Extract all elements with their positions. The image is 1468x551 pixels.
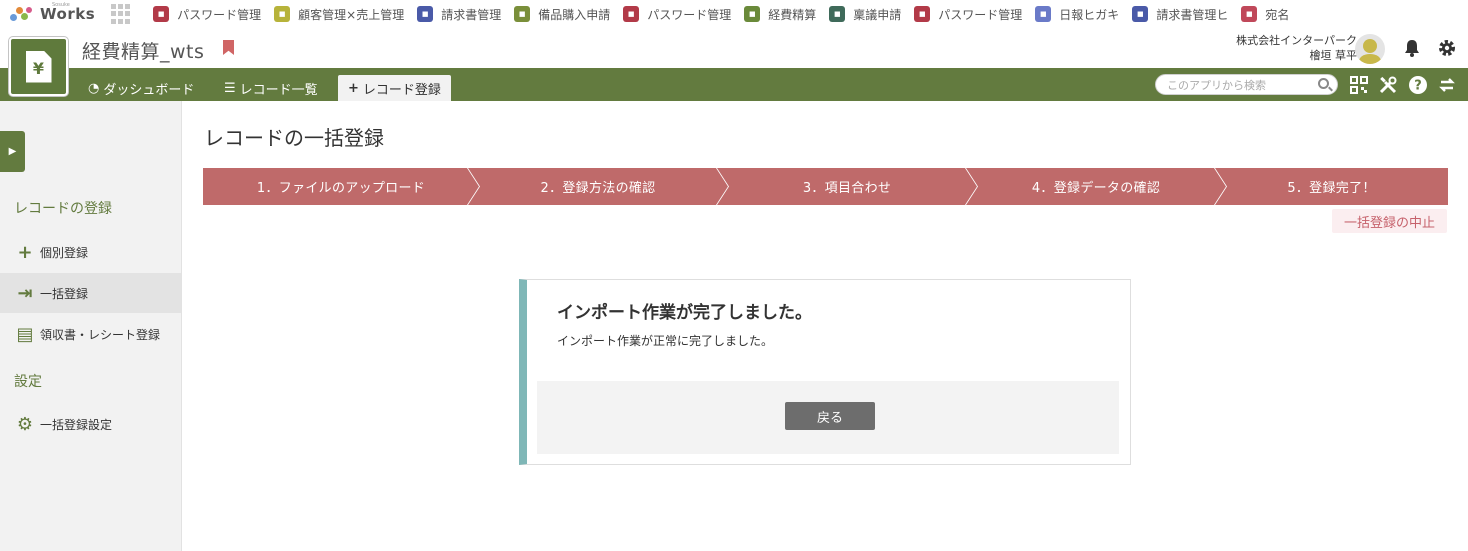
sidebar-item-label: 個別登録 <box>40 245 89 260</box>
completion-panel: インポート作業が完了しました。 インポート作業が正常に完了しました。 戻る <box>519 279 1131 465</box>
invoice-icon: ■ <box>1132 6 1149 22</box>
bookmark-item[interactable]: ■ 請求書管理ヒ <box>1132 6 1228 23</box>
lock-icon: ■ <box>153 6 170 22</box>
invoice-icon: ■ <box>417 6 434 22</box>
bookmark-label: パスワード管理 <box>177 7 262 22</box>
completion-title: インポート作業が完了しました。 <box>557 303 812 323</box>
list-icon: ☰ <box>224 80 236 96</box>
bookmark-item[interactable]: ■ 請求書管理 <box>417 6 501 23</box>
receipt-icon: ▤ <box>16 323 34 345</box>
qr-code-icon[interactable] <box>1349 75 1369 95</box>
cancel-bulk-button[interactable]: 一括登録の中止 <box>1332 209 1447 233</box>
expense-icon: ■ <box>744 6 761 22</box>
app-grid-icon[interactable] <box>111 4 131 24</box>
plus-icon: + <box>17 241 33 263</box>
tools-icon[interactable] <box>1378 75 1398 95</box>
yen-document-icon: ¥ <box>25 50 52 83</box>
step-5: 5．登録完了！ <box>1215 168 1448 205</box>
bookmark-item[interactable]: ■ 日報ヒガキ <box>1035 6 1119 23</box>
bookmark-label: 経費精算 <box>768 7 817 22</box>
company-name: 株式会社インターパーク <box>1236 34 1357 47</box>
bookmark-label: 請求書管理 <box>441 7 502 22</box>
app-header: ¥ 経費精算_wts 株式会社インターパーク 檜垣 草平 <box>0 28 1468 96</box>
works-logo[interactable]: Sosuke Works <box>8 2 95 23</box>
step-3: 3．項目合わせ <box>717 168 977 205</box>
search-icon[interactable] <box>1318 78 1329 89</box>
compass-icon: ■ <box>1241 6 1258 22</box>
tab-dashboard-label: ダッシュボード <box>103 82 195 98</box>
gear-icon: ⚙ <box>16 413 34 435</box>
tab-record-list[interactable]: ☰ レコード一覧 <box>214 75 328 101</box>
search-placeholder: このアプリから検索 <box>1167 78 1266 92</box>
dashboard-icon: ◔ <box>88 80 100 96</box>
sidebar-item-bulk[interactable]: ⇥ 一括登録 <box>0 273 181 313</box>
bookmark-item[interactable]: ■ 顧客管理×売上管理 <box>274 6 404 23</box>
sidebar-item-receipt[interactable]: ▤ 領収書・レシート登録 <box>0 314 181 354</box>
avatar[interactable] <box>1355 34 1385 64</box>
list-icon: ■ <box>514 6 531 22</box>
bell-icon[interactable] <box>1402 38 1422 58</box>
help-icon[interactable]: ? <box>1408 75 1428 95</box>
tab-record-list-label: レコード一覧 <box>239 82 318 98</box>
lock-icon: ■ <box>914 6 931 22</box>
bookmark-label: パスワード管理 <box>938 7 1023 22</box>
import-icon: ⇥ <box>17 282 33 304</box>
sidebar-section-record-register: レコードの登録 <box>14 201 112 217</box>
app-title[interactable]: 経費精算_wts <box>82 37 204 64</box>
progress-steps: 1．ファイルのアップロード 2．登録方法の確認 3．項目合わせ 4．登録データの… <box>203 168 1448 205</box>
sidebar-item-individual[interactable]: + 個別登録 <box>0 232 181 272</box>
bookmark-label: パスワード管理 <box>647 7 732 22</box>
bookmark-label: 稟議申請 <box>853 7 902 22</box>
step-1: 1．ファイルのアップロード <box>203 168 479 205</box>
bookmark-label: 日報ヒガキ <box>1059 7 1120 22</box>
bookmark-bar: Sosuke Works ■ パスワード管理 ■ 顧客管理×売上管理 ■ 請求書管理 ■ 備品… <box>0 0 1468 28</box>
bookmark-item[interactable]: ■ 稟議申請 <box>829 6 901 23</box>
sync-icon[interactable] <box>1437 75 1457 95</box>
bookmark-label: 宛名 <box>1265 7 1290 22</box>
user-name: 檜垣 草平 <box>1309 49 1358 62</box>
bookmark-item[interactable]: ■ パスワード管理 <box>623 6 731 23</box>
sidebar-item-label: 一括登録 <box>40 286 89 301</box>
tab-record-register-label: レコード登録 <box>362 82 441 98</box>
lock-icon: ■ <box>623 6 640 22</box>
bookmark-label: 請求書管理ヒ <box>1156 7 1229 22</box>
tab-record-register[interactable]: + レコード登録 <box>338 75 451 101</box>
chevron-right-icon: ▶ <box>8 146 17 157</box>
sidebar-section-settings: 設定 <box>14 374 42 390</box>
sidebar-item-label: 領収書・レシート登録 <box>40 327 161 342</box>
page-title: レコードの一括登録 <box>204 126 384 150</box>
user-info[interactable]: 株式会社インターパーク 檜垣 草平 <box>1236 33 1357 63</box>
svg-text:?: ? <box>1414 79 1422 94</box>
cart-icon: ■ <box>274 6 291 22</box>
step-4: 4．登録データの確認 <box>966 168 1226 205</box>
completion-message: インポート作業が正常に完了しました。 <box>557 334 774 348</box>
app-search-input[interactable]: このアプリから検索 <box>1155 74 1338 95</box>
panel-footer: 戻る <box>537 381 1119 454</box>
tab-dashboard[interactable]: ◔ ダッシュボード <box>78 75 204 101</box>
step-2: 2．登録方法の確認 <box>468 168 728 205</box>
bookmark-item[interactable]: ■ パスワード管理 <box>914 6 1022 23</box>
notes-icon: ■ <box>1035 6 1052 22</box>
bookmark-item[interactable]: ■ 経費精算 <box>744 6 816 23</box>
app-icon[interactable]: ¥ <box>9 37 68 96</box>
app-nav: ◔ ダッシュボード ☰ レコード一覧 + レコード登録 このアプリから検索 ? <box>0 68 1468 101</box>
bookmark-item[interactable]: ■ 備品購入申請 <box>514 6 610 23</box>
bookmark-item[interactable]: ■ パスワード管理 <box>153 6 261 23</box>
sidebar-item-bulk-settings[interactable]: ⚙ 一括登録設定 <box>0 404 181 444</box>
sidebar-item-label: 一括登録設定 <box>40 417 113 432</box>
sidebar: ▶ レコードの登録 + 個別登録 ⇥ 一括登録 ▤ 領収書・レシート登録 設定 … <box>0 101 182 551</box>
works-logo-icon <box>8 5 34 23</box>
bookmark-icon[interactable] <box>223 40 234 55</box>
bookmark-label: 備品購入申請 <box>538 7 611 22</box>
plus-icon: + <box>348 80 359 96</box>
document-icon: ■ <box>829 6 846 22</box>
back-button[interactable]: 戻る <box>785 402 875 430</box>
bookmark-label: 顧客管理×売上管理 <box>298 7 405 22</box>
bookmark-item[interactable]: ■ 宛名 <box>1241 6 1289 23</box>
logo-subtext: Sosuke <box>52 2 70 8</box>
sidebar-toggle-button[interactable]: ▶ <box>0 131 25 172</box>
gear-icon[interactable] <box>1437 38 1457 58</box>
